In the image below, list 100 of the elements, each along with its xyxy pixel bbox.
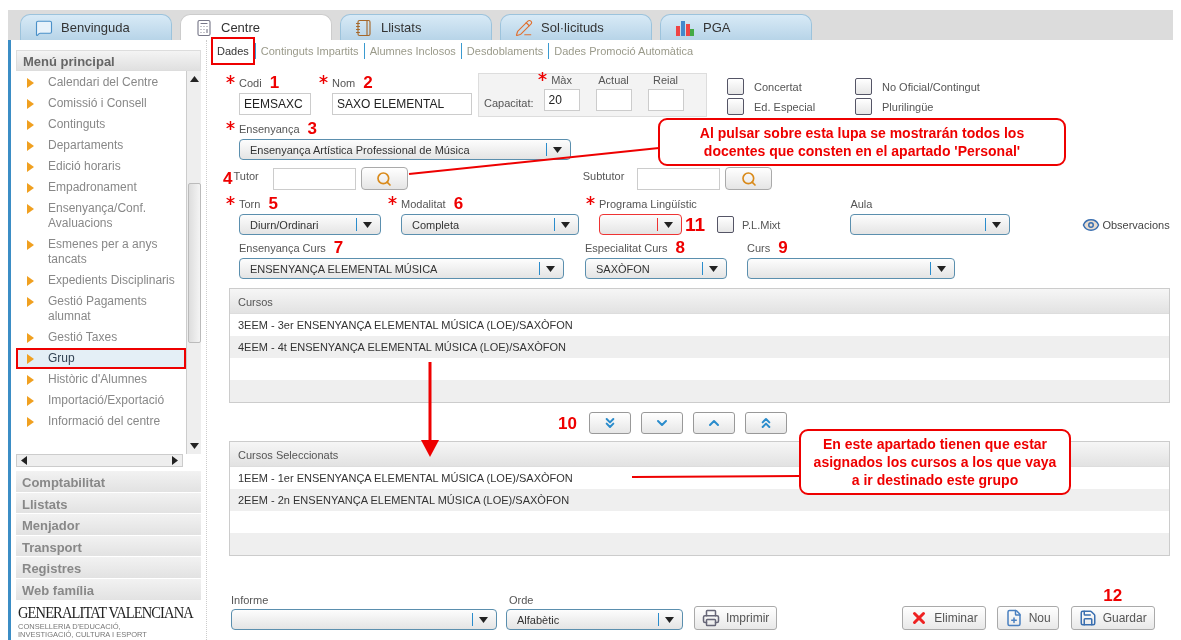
dropdown[interactable]	[850, 214, 1011, 235]
checkbox-label: Ed. Especial	[754, 100, 816, 113]
menu-item[interactable]: Empadronament	[16, 177, 186, 198]
text-field[interactable]	[637, 167, 721, 190]
dropdown[interactable]: ENSENYANÇA ELEMENTAL MÚSICA	[239, 258, 564, 279]
print-button[interactable]: Imprimir	[694, 606, 778, 630]
required-icon	[226, 121, 235, 130]
move-button[interactable]	[744, 412, 787, 434]
dropdown[interactable]: SAXÒFON	[585, 258, 727, 279]
dropdown[interactable]	[747, 258, 955, 279]
speech-bubble-icon	[35, 18, 53, 37]
bullet-icon	[26, 204, 34, 214]
menu-item[interactable]: Importació/Exportació	[16, 390, 186, 411]
tab[interactable]: Sol·licituds	[500, 14, 652, 40]
bullet-icon	[26, 78, 34, 88]
text-field[interactable]	[595, 89, 632, 111]
search-button[interactable]	[725, 167, 773, 190]
menu-item[interactable]: Calendari del Centre	[16, 72, 186, 93]
move-button[interactable]	[588, 412, 631, 434]
field-label: Subtutor	[582, 170, 625, 182]
caret-icon	[553, 146, 562, 153]
action-button[interactable]: Guardar	[1070, 606, 1155, 630]
checkbox[interactable]	[855, 98, 872, 115]
menu-item[interactable]: Edició horaris	[16, 156, 186, 177]
checkbox[interactable]	[727, 98, 744, 115]
menu-item[interactable]: Departaments	[16, 135, 186, 156]
dropdown[interactable]	[599, 214, 682, 235]
field-label: Reial	[653, 73, 679, 86]
step-number: 10	[558, 414, 577, 432]
action-button[interactable]: Nou	[996, 606, 1059, 630]
menu-item[interactable]: Gestió Taxes	[16, 327, 186, 348]
move-button[interactable]	[692, 412, 735, 434]
text-field[interactable]: 20	[543, 89, 580, 111]
step-number: 2	[363, 74, 373, 91]
text-field[interactable]	[647, 89, 684, 111]
table-row[interactable]: 2EEM - 2n ENSENYANÇA ELEMENTAL MÚSICA (LOE)/SAXÒFON	[230, 489, 1169, 511]
menu-item[interactable]: Esmenes per a anys tancats	[16, 234, 186, 270]
step-number: 3	[307, 120, 317, 137]
menu-item[interactable]: Comissió i Consell	[16, 93, 186, 114]
scroll-up-icon	[189, 76, 199, 82]
dropdown[interactable]	[231, 609, 497, 630]
table-header: Cursos	[230, 289, 1169, 314]
menu-item[interactable]: Informació del centre	[16, 411, 186, 432]
tab[interactable]: Llistats	[340, 14, 492, 40]
checkbox[interactable]	[727, 78, 744, 95]
bullet-icon	[26, 99, 34, 109]
required-icon	[226, 196, 235, 205]
field-label: Programa Lingüístic	[599, 197, 697, 210]
menu-item[interactable]: Expedients Disciplinaris	[16, 270, 186, 291]
move-button[interactable]	[640, 412, 683, 434]
dropdown[interactable]: Completa	[401, 214, 579, 235]
printer-icon	[702, 609, 720, 627]
horizontal-scrollbar[interactable]	[16, 454, 183, 467]
caret-icon	[664, 221, 673, 228]
text-field[interactable]: SAXO ELEMENTAL	[332, 93, 472, 115]
sub-tab[interactable]: Dades	[211, 37, 255, 65]
table-row[interactable]: 4EEM - 4t ENSENYANÇA ELEMENTAL MÚSICA (LOE)/SAXÒFON	[230, 336, 1169, 358]
search-button[interactable]	[360, 167, 408, 190]
menu-item[interactable]: Ensenyança/Conf. Avaluacions	[16, 198, 186, 234]
observations-link[interactable]: Observacions	[1082, 216, 1170, 234]
menu-item[interactable]: Històric d'Alumnes	[16, 369, 186, 390]
menu-item[interactable]: Grup	[16, 348, 186, 369]
checkbox-label: No Oficial/Contingut	[882, 80, 980, 93]
text-field[interactable]	[272, 167, 356, 190]
dropdown[interactable]: Alfabètic	[506, 609, 683, 630]
checkbox[interactable]	[717, 216, 735, 233]
vertical-scrollbar[interactable]	[186, 71, 201, 454]
caret-icon	[992, 221, 1002, 228]
checkbox-label: P.L.Mixt	[742, 218, 781, 231]
checkbox[interactable]	[855, 78, 872, 95]
bullet-icon	[26, 183, 34, 193]
bullet-icon	[26, 417, 34, 427]
checkbox-label: Plurilingüe	[882, 100, 934, 113]
field-label: Curs	[747, 241, 771, 254]
bullet-icon	[26, 141, 34, 151]
caret-icon	[479, 616, 488, 623]
caret-icon	[665, 616, 674, 623]
field-label: Màx	[551, 73, 572, 86]
step-number: 5	[268, 195, 278, 212]
caret-icon	[937, 265, 946, 272]
field-label: Especialitat Curs	[585, 241, 668, 254]
dropdown[interactable]: Ensenyança Artística Professional de Música	[239, 139, 571, 160]
dropdown[interactable]: Diurn/Ordinari	[239, 214, 381, 235]
action-button[interactable]: Eliminar	[902, 606, 986, 630]
menu-item[interactable]: Gestió Pagaments alumnat	[16, 291, 186, 327]
text-field[interactable]: EEMSAXC	[239, 93, 311, 115]
step-number: 6	[453, 195, 464, 212]
tab[interactable]: Benvinguda	[20, 14, 172, 40]
field-label: Torn	[239, 197, 261, 210]
callout: Al pulsar sobre esta lupa se mostrarán todos los docentes que consten en el apartado 'Personal'	[658, 118, 1066, 166]
bullet-icon	[26, 240, 34, 250]
field-label: Codi	[239, 76, 262, 89]
required-icon	[586, 196, 595, 205]
tab[interactable]: Centre	[180, 14, 332, 40]
tab[interactable]: PGA	[660, 14, 812, 40]
step-number: 1	[269, 74, 280, 91]
menu-item[interactable]: Continguts	[16, 114, 186, 135]
step-number: 8	[675, 239, 685, 256]
caret-icon	[363, 221, 372, 228]
search-icon	[376, 170, 393, 187]
